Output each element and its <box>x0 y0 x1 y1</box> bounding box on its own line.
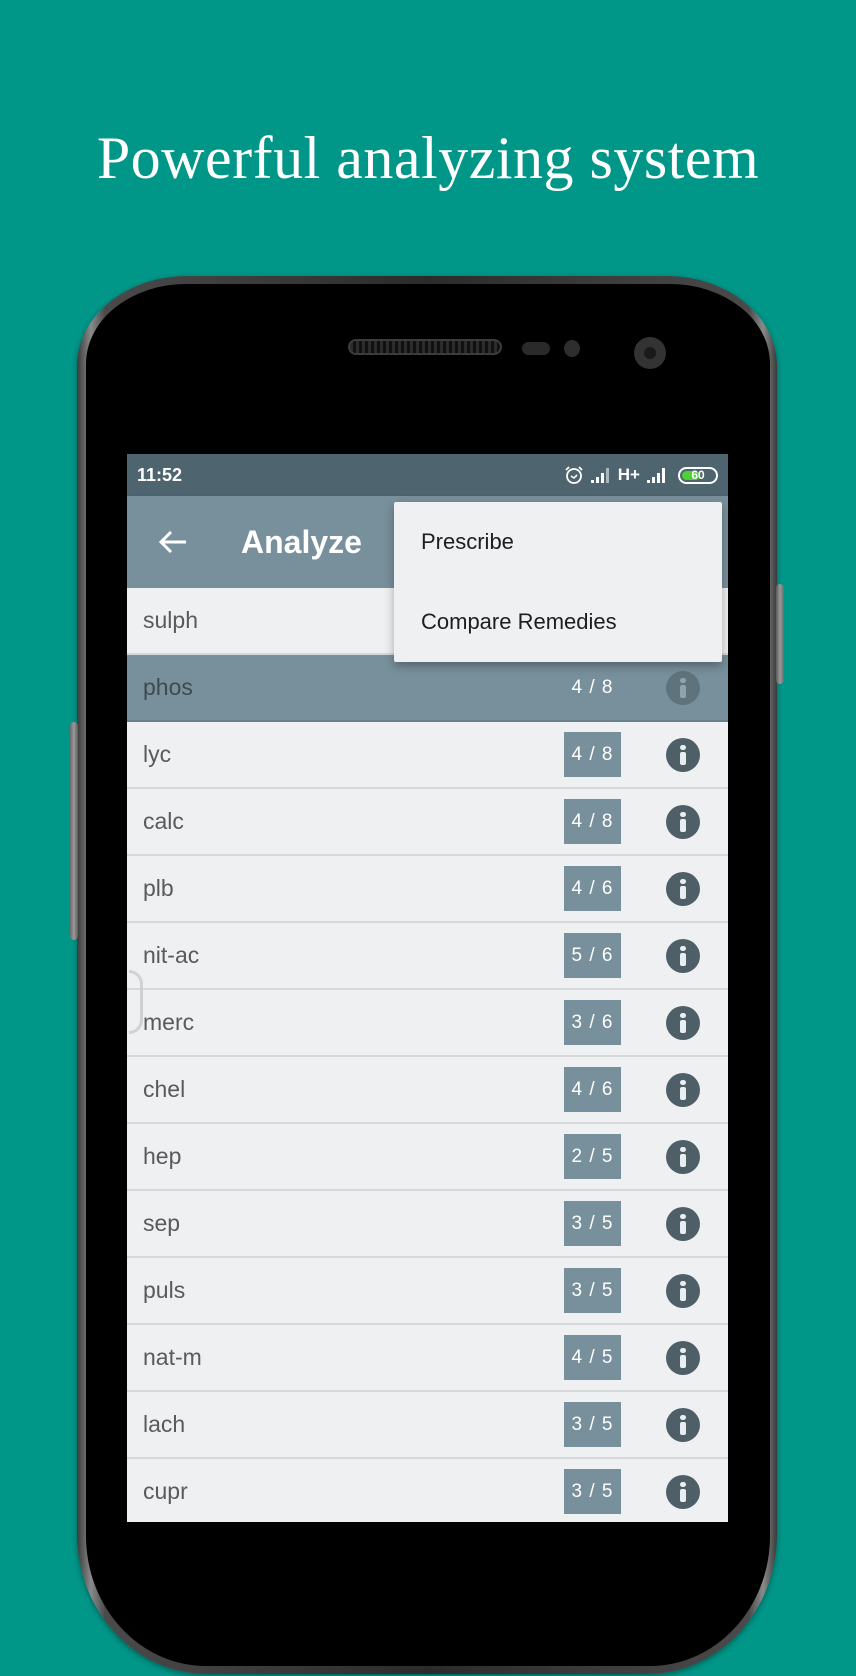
info-button[interactable] <box>666 1140 700 1174</box>
info-icon <box>680 678 686 698</box>
arrow-left-icon <box>158 530 186 554</box>
status-icons: H+ 60 <box>564 465 718 485</box>
score-badge: 4 / 8 <box>571 676 614 698</box>
overflow-menu: Prescribe Compare Remedies <box>394 502 722 662</box>
light-sensor <box>564 340 580 357</box>
signal-icon <box>647 468 665 483</box>
info-icon <box>680 1482 686 1502</box>
remedy-row[interactable]: sep 3 / 5 <box>127 1191 728 1258</box>
proximity-sensor <box>522 342 550 355</box>
info-button[interactable] <box>666 939 700 973</box>
menu-item-prescribe[interactable]: Prescribe <box>394 502 722 582</box>
info-icon <box>680 812 686 832</box>
remedy-name: merc <box>143 1009 195 1035</box>
score-badge: 4 / 8 <box>564 732 621 777</box>
headline: Powerful analyzing system <box>96 125 760 191</box>
status-time: 11:52 <box>137 464 183 485</box>
remedy-name: sulph <box>143 607 198 633</box>
info-icon <box>680 745 686 765</box>
menu-item-compare-remedies[interactable]: Compare Remedies <box>394 582 722 662</box>
score-badge: 4 / 6 <box>564 1067 621 1112</box>
front-camera <box>634 337 666 369</box>
alarm-icon <box>565 466 583 484</box>
earpiece-speaker <box>348 339 502 355</box>
remedy-name: phos <box>143 674 193 700</box>
remedy-name: nit-ac <box>143 942 200 968</box>
scroll-handle[interactable] <box>129 970 143 1034</box>
remedy-row[interactable]: lyc 4 / 8 <box>127 722 728 789</box>
volume-button <box>70 722 78 940</box>
info-icon <box>680 1013 686 1033</box>
remedy-name: calc <box>143 808 184 834</box>
score-badge: 4 / 5 <box>564 1335 621 1380</box>
remedy-row[interactable]: nat-m 4 / 5 <box>127 1325 728 1392</box>
info-button[interactable] <box>666 1341 700 1375</box>
score-badge: 3 / 5 <box>564 1402 621 1447</box>
remedy-row[interactable]: lach 3 / 5 <box>127 1392 728 1459</box>
battery-level: 60 <box>691 468 705 482</box>
info-icon <box>680 1214 686 1234</box>
back-button[interactable] <box>143 512 203 572</box>
remedy-name: lyc <box>143 741 172 767</box>
remedy-row[interactable]: calc 4 / 8 <box>127 789 728 856</box>
score-badge: 3 / 5 <box>564 1268 621 1313</box>
remedy-row[interactable]: phos 4 / 8 <box>127 655 728 722</box>
remedy-name: hep <box>143 1143 182 1169</box>
info-button[interactable] <box>666 1006 700 1040</box>
info-button[interactable] <box>666 1408 700 1442</box>
remedy-row[interactable]: cupr 3 / 5 <box>127 1459 728 1522</box>
info-icon <box>680 1080 686 1100</box>
remedy-name: sep <box>143 1210 181 1236</box>
info-button[interactable] <box>666 671 700 705</box>
info-button[interactable] <box>666 1274 700 1308</box>
remedy-name: chel <box>143 1076 186 1102</box>
info-button[interactable] <box>666 738 700 772</box>
remedy-list: sulph phos 4 / 8 lyc 4 / 8 calc 4 / 8 plb 4 / 6 n… <box>127 588 728 1522</box>
score-badge: 4 / 8 <box>564 799 621 844</box>
info-button[interactable] <box>666 805 700 839</box>
score-badge: 5 / 6 <box>564 933 621 978</box>
phone-screen: 11:52 H+ 60 Analyze sulph phos 4 / 8 lyc… <box>127 454 728 1522</box>
info-button[interactable] <box>666 1073 700 1107</box>
page-title: Analyze <box>241 523 362 560</box>
remedy-name: lach <box>143 1411 186 1437</box>
remedy-row[interactable]: nit-ac 5 / 6 <box>127 923 728 990</box>
remedy-row[interactable]: merc 3 / 6 <box>127 990 728 1057</box>
remedy-row[interactable]: puls 3 / 5 <box>127 1258 728 1325</box>
score-badge: 2 / 5 <box>564 1134 621 1179</box>
score-badge: 3 / 5 <box>564 1201 621 1246</box>
info-button[interactable] <box>666 872 700 906</box>
info-button[interactable] <box>666 1475 700 1509</box>
power-button <box>776 584 784 684</box>
remedy-row[interactable]: hep 2 / 5 <box>127 1124 728 1191</box>
info-button[interactable] <box>666 1207 700 1241</box>
info-icon <box>680 1281 686 1301</box>
status-bar: 11:52 H+ 60 <box>127 454 728 496</box>
battery-icon: 60 <box>678 466 718 484</box>
remedy-name: plb <box>143 875 174 901</box>
remedy-name: puls <box>143 1277 186 1303</box>
remedy-row[interactable]: plb 4 / 6 <box>127 856 728 923</box>
score-badge: 3 / 6 <box>564 1000 621 1045</box>
score-badge: 4 / 6 <box>564 866 621 911</box>
info-icon <box>680 1415 686 1435</box>
info-icon <box>680 946 686 966</box>
network-type: H+ <box>617 465 640 484</box>
remedy-name: nat-m <box>143 1344 202 1370</box>
signal-icon <box>590 468 609 483</box>
remedy-name: cupr <box>143 1478 188 1504</box>
score-badge: 3 / 5 <box>564 1469 621 1514</box>
info-icon <box>680 1147 686 1167</box>
info-icon <box>680 879 686 899</box>
remedy-row[interactable]: chel 4 / 6 <box>127 1057 728 1124</box>
info-icon <box>680 1348 686 1368</box>
